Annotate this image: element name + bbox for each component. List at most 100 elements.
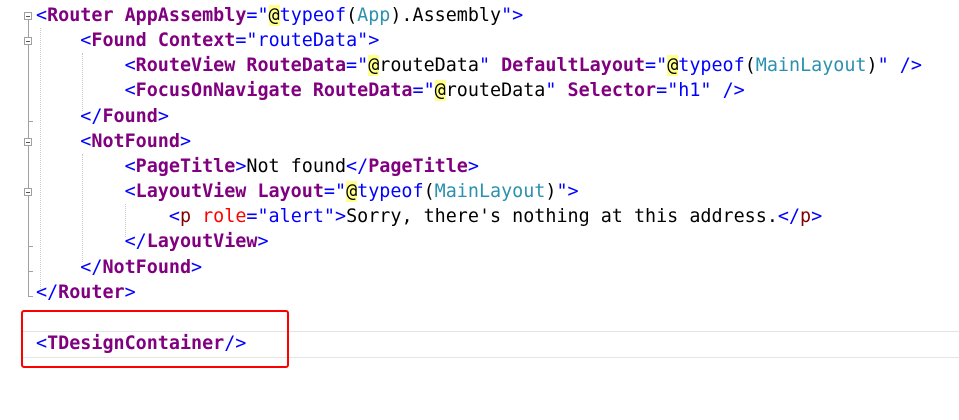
code-token-delim: </: [124, 231, 147, 252]
code-token-str: "routeData": [246, 30, 369, 51]
fold-line: [28, 20, 29, 37]
code-token-delim: />: [899, 55, 922, 76]
code-token-str: ": [423, 80, 435, 101]
code-token-text: ): [866, 55, 878, 76]
code-token-tag: Router: [58, 282, 125, 303]
code-token-tag: LayoutView: [135, 181, 247, 202]
code-token-text: (: [346, 5, 358, 26]
code-token-delim: >: [191, 257, 203, 278]
code-line-notfound-open[interactable]: <NotFound>: [36, 129, 191, 154]
code-token-text: (: [744, 55, 756, 76]
code-token-tag: Found: [91, 30, 147, 51]
code-token-str: ": [556, 181, 568, 202]
code-token-razor: @: [667, 55, 679, 76]
code-token-str: "alert": [257, 206, 335, 227]
fold-end-router: [28, 296, 33, 297]
code-token-str: ": [257, 5, 269, 26]
code-token-text: routeData: [445, 80, 546, 101]
code-line-routeview[interactable]: <RouteView RouteData="@routeData" Defaul…: [36, 53, 922, 78]
code-token-text: Sorry, there's nothing at this address.: [346, 206, 778, 227]
code-token-text: (: [423, 181, 435, 202]
code-line-notfound-close[interactable]: </NotFound>: [36, 255, 202, 280]
code-token-delim: </: [36, 282, 59, 303]
code-token-delim: />: [722, 80, 745, 101]
code-token-delim: <: [80, 30, 92, 51]
code-token-str: ": [478, 55, 491, 76]
code-token-delim: >: [157, 106, 169, 127]
code-token-delim: <: [124, 80, 136, 101]
code-token-razor: @: [268, 5, 280, 26]
code-token-str: ": [656, 55, 668, 76]
collapse-layoutview-icon[interactable]: [24, 188, 32, 196]
code-token-type: MainLayout: [434, 181, 546, 202]
code-token-html-tag: p: [179, 206, 192, 227]
code-token-tag: Router: [47, 5, 114, 26]
code-token-delim: =: [645, 55, 657, 76]
code-token-delim: >: [467, 156, 479, 177]
code-token-kw: typeof: [678, 55, 745, 76]
code-token-delim: =: [246, 206, 258, 227]
code-token-attr: Layout: [257, 181, 324, 202]
code-token-attr: DefaultLayout: [501, 55, 646, 76]
code-token-delim: <: [124, 55, 136, 76]
fold-line: [28, 45, 29, 138]
code-line-alert-paragraph[interactable]: <p role="alert">Sorry, there's nothing a…: [36, 204, 822, 229]
code-line-found-close[interactable]: </Found>: [36, 104, 169, 129]
collapse-found-icon[interactable]: [24, 37, 32, 45]
fold-end-layoutview: [28, 246, 33, 247]
code-token-delim: =: [656, 80, 668, 101]
code-token-text: ).Assembly: [390, 5, 502, 26]
code-token-delim: >: [257, 231, 269, 252]
code-editor[interactable]: <Router AppAssembly="@typeof(App).Assemb…: [0, 0, 959, 420]
code-token-delim: >: [235, 156, 247, 177]
code-token-text: ): [545, 181, 557, 202]
code-token-tag: RouteView: [135, 55, 236, 76]
code-token-tag: NotFound: [102, 257, 192, 278]
code-line-router-open[interactable]: <Router AppAssembly="@typeof(App).Assemb…: [36, 3, 523, 28]
code-token-delim: >: [567, 181, 579, 202]
editor-empty-area[interactable]: [0, 370, 959, 420]
code-token-razor: @: [434, 80, 446, 101]
collapse-router-icon[interactable]: [24, 12, 32, 20]
code-token-str: ": [545, 80, 557, 101]
code-token-text: Not found: [246, 156, 347, 177]
code-token-delim: </: [80, 106, 103, 127]
code-token-delim: =: [246, 5, 258, 26]
code-token-delim: =: [323, 181, 335, 202]
code-token-attr: Selector: [567, 80, 657, 101]
code-token-delim: =: [412, 80, 424, 101]
code-token-delim: >: [368, 30, 380, 51]
code-line-focusonnavigate[interactable]: <FocusOnNavigate RouteData="@routeData" …: [36, 78, 745, 103]
code-line-layoutview-close[interactable]: </LayoutView>: [36, 229, 269, 254]
code-token-delim: <: [36, 5, 48, 26]
code-token-tag: NotFound: [91, 131, 180, 152]
code-token-delim: </: [346, 156, 369, 177]
code-token-delim: >: [512, 5, 524, 26]
code-token-delim: >: [335, 206, 347, 227]
collapse-notfound-icon[interactable]: [24, 138, 32, 146]
code-line-router-close[interactable]: </Router>: [36, 280, 136, 305]
code-token-tag: PageTitle: [368, 156, 468, 177]
annotation-highlight-box: [21, 310, 289, 368]
code-line-layoutview-open[interactable]: <LayoutView Layout="@typeof(MainLayout)"…: [36, 179, 579, 204]
code-token-delim: >: [811, 206, 823, 227]
code-token-razor: @: [368, 55, 380, 76]
code-line-pagetitle[interactable]: <PageTitle>Not found</PageTitle>: [36, 154, 479, 179]
code-token-attr: Context: [157, 30, 236, 51]
code-token-str: ": [501, 5, 513, 26]
code-line-found-open[interactable]: <Found Context="routeData">: [36, 28, 379, 53]
code-token-kw: typeof: [279, 5, 347, 26]
code-token-razor: @: [346, 181, 358, 202]
code-token-attr: RouteData: [312, 80, 413, 101]
